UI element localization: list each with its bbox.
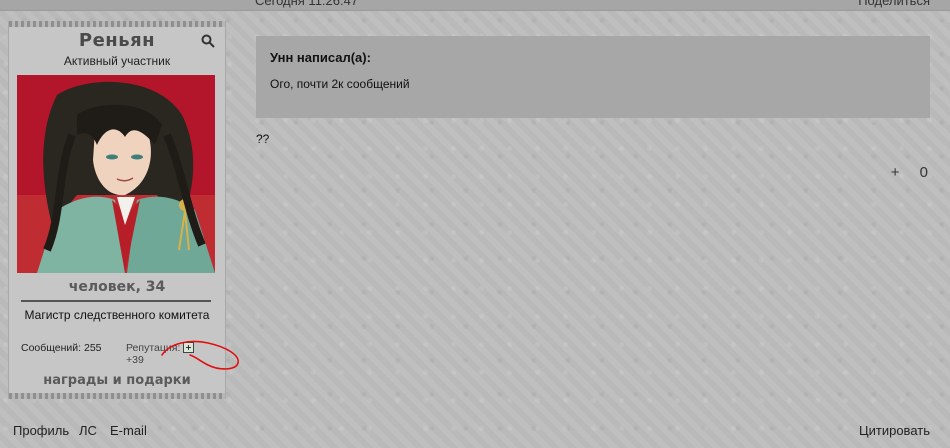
- post-rating: + 0: [891, 164, 928, 181]
- email-link[interactable]: E-mail: [110, 423, 147, 438]
- profile-link[interactable]: Профиль: [13, 423, 69, 438]
- quote-link[interactable]: Цитировать: [859, 423, 930, 438]
- user-species-age: человек, 34: [68, 279, 166, 295]
- awards-link[interactable]: награды и подарки: [9, 373, 225, 388]
- share-link[interactable]: Поделиться: [858, 0, 930, 8]
- pm-link[interactable]: ЛС: [79, 423, 97, 438]
- username[interactable]: Реньян: [9, 30, 225, 51]
- post-body: ??: [256, 132, 270, 146]
- reputation-label: Репутация:: [126, 342, 181, 354]
- post-timestamp: Сегодня 11:26:47: [255, 0, 359, 8]
- user-title: Магистр следственного комитета: [24, 308, 210, 322]
- reputation-plus-icon[interactable]: [183, 341, 195, 353]
- panel-decor-top: [9, 21, 225, 27]
- user-rank: Активный участник: [63, 54, 171, 68]
- avatar: [17, 75, 215, 273]
- quote-text: Ого, почти 2к сообщений: [270, 77, 410, 91]
- top-bar: Сегодня 11:26:47 Поделиться: [0, 0, 950, 11]
- profile-divider: [21, 300, 211, 302]
- quote-author: Унн написал(а):: [270, 50, 371, 65]
- post-footer: Профиль ЛС E-mail Цитировать: [0, 412, 950, 448]
- vote-count: 0: [919, 164, 928, 181]
- reputation-value: +39: [126, 354, 144, 366]
- reputation: Репутация:+39: [126, 341, 215, 366]
- vote-plus-button[interactable]: +: [891, 164, 900, 181]
- posts-count: Сообщений: 255: [21, 342, 102, 354]
- panel-decor-bottom: [9, 393, 225, 399]
- quote-block: Унн написал(а): Ого, почти 2к сообщений: [256, 36, 930, 118]
- search-icon[interactable]: [201, 34, 215, 48]
- user-profile-panel: Реньян Активный участник человек, 34 Маг…: [8, 21, 226, 399]
